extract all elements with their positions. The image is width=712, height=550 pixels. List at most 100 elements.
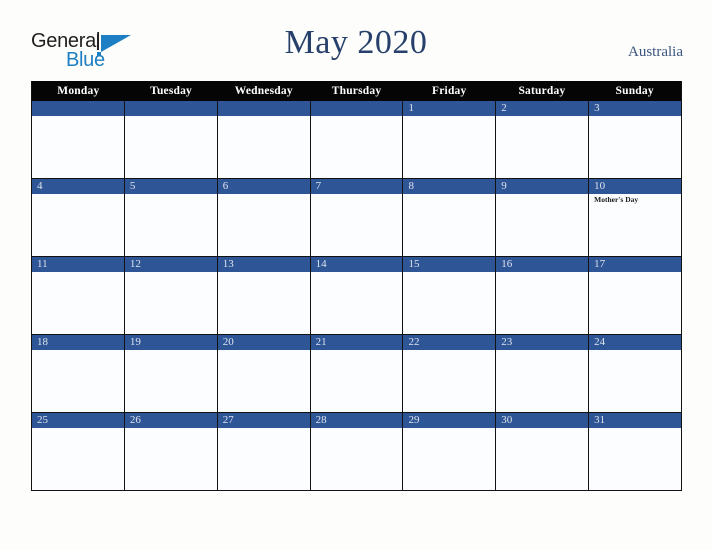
day-number: 28 <box>315 414 327 426</box>
day-cell-16[interactable]: 16 <box>496 257 590 334</box>
day-cell-2[interactable]: 2 <box>496 101 590 178</box>
day-number-bar <box>310 101 403 116</box>
day-cell-25[interactable]: 25 <box>32 413 125 490</box>
day-cell-14[interactable]: 14 <box>310 257 404 334</box>
day-cell-10[interactable]: 10 Mother's Day <box>589 179 682 256</box>
day-events <box>218 428 310 429</box>
day-cell-13[interactable]: 13 <box>217 257 311 334</box>
day-cell-empty[interactable] <box>124 101 218 178</box>
day-cell-28[interactable]: 28 <box>310 413 404 490</box>
day-cell-20[interactable]: 20 <box>217 335 311 412</box>
day-events <box>32 116 124 117</box>
weekday-header-thursday: Thursday <box>331 85 382 97</box>
day-events <box>218 116 310 117</box>
day-cell-9[interactable]: 9 <box>496 179 590 256</box>
day-cell-1[interactable]: 1 <box>403 101 497 178</box>
event-item[interactable]: Mother's Day <box>594 195 681 205</box>
day-cell-8[interactable]: 8 <box>403 179 497 256</box>
day-number: 6 <box>222 180 229 192</box>
day-events <box>125 272 217 273</box>
day-events <box>496 194 588 195</box>
day-cell-21[interactable]: 21 <box>310 335 404 412</box>
day-number: 19 <box>129 336 141 348</box>
day-cell-empty[interactable] <box>32 101 125 178</box>
day-cell-11[interactable]: 11 <box>32 257 125 334</box>
day-cell-31[interactable]: 31 <box>589 413 682 490</box>
day-number: 16 <box>501 258 513 270</box>
weekday-header-monday: Monday <box>57 85 100 97</box>
day-number-bar <box>32 101 124 116</box>
day-cell-18[interactable]: 18 <box>32 335 125 412</box>
day-number-bar <box>589 101 682 116</box>
day-number: 7 <box>315 180 322 192</box>
day-cell-7[interactable]: 7 <box>310 179 404 256</box>
day-number-bar <box>124 179 217 194</box>
day-number: 3 <box>594 102 600 114</box>
day-cell-15[interactable]: 15 <box>403 257 497 334</box>
day-events <box>496 428 588 429</box>
day-events <box>125 116 217 117</box>
day-cell-6[interactable]: 6 <box>217 179 311 256</box>
day-cell-26[interactable]: 26 <box>124 413 218 490</box>
day-events <box>218 194 310 195</box>
day-number: 4 <box>37 180 43 192</box>
day-number: 18 <box>37 336 48 348</box>
day-number: 22 <box>408 336 420 348</box>
day-cell-empty[interactable] <box>217 101 311 178</box>
day-number-bar <box>217 179 310 194</box>
day-number: 2 <box>501 102 507 114</box>
region-label: Australia <box>628 44 683 60</box>
day-events <box>589 116 681 117</box>
day-events <box>311 272 403 273</box>
day-cell-27[interactable]: 27 <box>217 413 311 490</box>
day-number: 5 <box>129 180 136 192</box>
week-row: 18 19 20 21 22 23 24 <box>32 335 682 413</box>
day-number-bar <box>496 101 589 116</box>
day-number-bar <box>124 101 217 116</box>
day-number: 13 <box>222 258 234 270</box>
day-events <box>403 428 495 429</box>
week-row: 11 12 13 14 15 16 17 <box>32 257 682 335</box>
day-events <box>311 428 403 429</box>
day-number: 12 <box>129 258 141 270</box>
day-number: 26 <box>129 414 141 426</box>
day-number: 24 <box>594 336 606 348</box>
day-cell-empty[interactable] <box>310 101 404 178</box>
day-number: 14 <box>315 258 327 270</box>
weekday-header-tuesday: Tuesday <box>150 85 193 97</box>
day-events <box>403 116 495 117</box>
day-number: 20 <box>222 336 234 348</box>
day-cell-23[interactable]: 23 <box>496 335 590 412</box>
day-number-bar <box>32 179 124 194</box>
day-number: 1 <box>408 102 414 114</box>
day-events <box>32 194 124 195</box>
page-header: General Blue May 2020 Australia <box>0 0 712 81</box>
day-number: 23 <box>501 336 513 348</box>
day-cell-4[interactable]: 4 <box>32 179 125 256</box>
day-cell-17[interactable]: 17 <box>589 257 682 334</box>
weekday-header-saturday: Saturday <box>518 85 566 97</box>
day-events <box>125 428 217 429</box>
day-cell-24[interactable]: 24 <box>589 335 682 412</box>
day-events <box>589 428 681 429</box>
day-events <box>589 272 681 273</box>
day-events <box>403 350 495 351</box>
day-cell-3[interactable]: 3 <box>589 101 682 178</box>
day-events <box>32 428 124 429</box>
day-cell-29[interactable]: 29 <box>403 413 497 490</box>
day-number-bar <box>310 179 403 194</box>
day-cell-30[interactable]: 30 <box>496 413 590 490</box>
day-events <box>311 116 403 117</box>
weekday-header-sunday: Sunday <box>615 85 654 97</box>
day-cell-12[interactable]: 12 <box>124 257 218 334</box>
day-cell-19[interactable]: 19 <box>124 335 218 412</box>
day-number-bar <box>217 101 310 116</box>
day-number: 21 <box>315 336 327 348</box>
day-events <box>218 350 310 351</box>
day-number: 11 <box>37 258 48 270</box>
day-cell-22[interactable]: 22 <box>403 335 497 412</box>
day-cell-5[interactable]: 5 <box>124 179 218 256</box>
week-row: 25 26 27 28 29 30 31 <box>32 413 682 490</box>
calendar-grid: Monday Tuesday Wednesday Thursday Friday Satu… <box>31 81 682 491</box>
week-row: 1 2 3 <box>32 101 682 179</box>
